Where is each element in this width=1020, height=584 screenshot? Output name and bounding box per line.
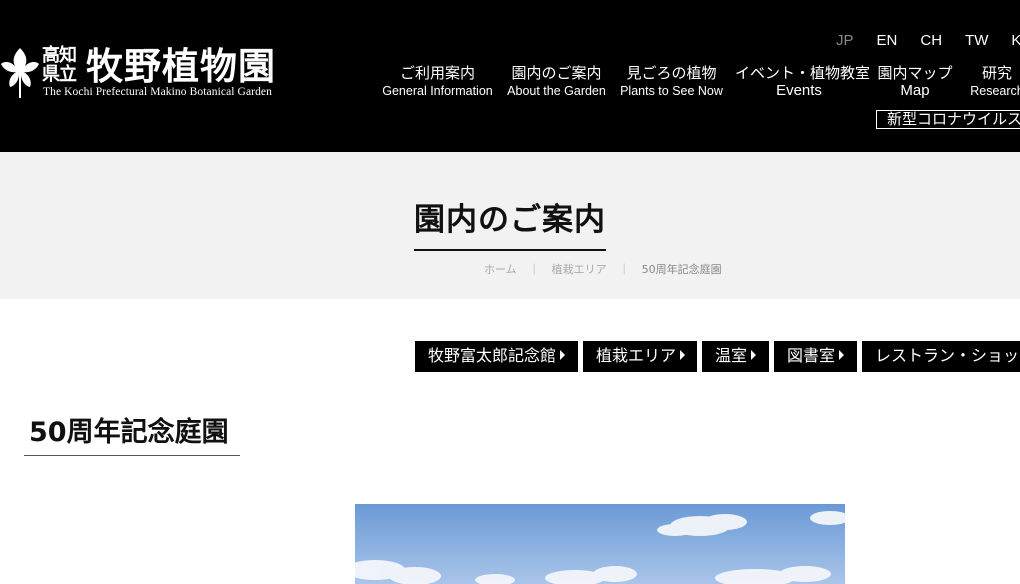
- nav-label-ja: イベント・植物教室: [735, 64, 871, 82]
- breadcrumb-planting-area[interactable]: 植栽エリア: [552, 261, 607, 277]
- caret-right-icon: [839, 350, 845, 360]
- page-title: 園内のご案内: [414, 202, 606, 238]
- nav-label-ja: ご利用案内: [399, 64, 475, 82]
- nav-label-en: General Information: [382, 84, 493, 98]
- nav-label-ja: 園内マップ: [877, 64, 953, 82]
- language-switcher: JP EN CH TW KR: [836, 32, 1020, 49]
- sky-clouds-image: [355, 504, 845, 584]
- logo-english-text: The Kochi Prefectural Makino Botanical G…: [43, 86, 272, 98]
- nav-general-information[interactable]: ご利用案内 General Information: [380, 64, 495, 100]
- lang-en[interactable]: EN: [877, 32, 898, 49]
- sub-nav-label: 牧野富太郎記念館: [428, 346, 557, 365]
- page-title-underline: [414, 249, 606, 251]
- breadcrumb-home[interactable]: ホーム: [484, 261, 517, 277]
- garden-photo: [355, 504, 845, 584]
- breadcrumb: ホーム ｜ 植栽エリア ｜ 50周年記念庭園: [484, 261, 722, 277]
- sub-nav-planting-area[interactable]: 植栽エリア: [583, 341, 697, 372]
- sub-nav-label: 植栽エリア: [596, 346, 677, 365]
- lang-jp[interactable]: JP: [836, 32, 854, 49]
- covid-notice-link[interactable]: 新型コロナウイルス: [876, 110, 1020, 129]
- nav-label-ja: 研究: [981, 64, 1012, 82]
- nav-plants-to-see-now[interactable]: 見ごろの植物 Plants to See Now: [618, 64, 725, 100]
- sub-nav-restaurant-shop[interactable]: レストラン・ショップ: [862, 341, 1020, 372]
- lang-kr[interactable]: KR: [1011, 32, 1020, 49]
- section-heading-underline: [24, 455, 240, 456]
- logo-prefecture-text: 高知 県立: [42, 45, 77, 85]
- breadcrumb-current: 50周年記念庭園: [641, 263, 722, 276]
- nav-map[interactable]: 園内マップ Map: [873, 64, 957, 100]
- caret-right-icon: [751, 350, 757, 360]
- logo-main-text: 牧野植物園: [86, 44, 276, 88]
- nav-label-ja: 見ごろの植物: [626, 64, 717, 82]
- nav-label-ja: 園内のご案内: [511, 64, 602, 82]
- breadcrumb-separator: ｜: [528, 263, 540, 276]
- sub-nav-label: 温室: [715, 346, 748, 365]
- nav-label-en: Plants to See Now: [620, 84, 723, 98]
- nav-research[interactable]: 研究 Research: [967, 64, 1020, 100]
- caret-right-icon: [680, 350, 686, 360]
- nav-events[interactable]: イベント・植物教室 Events: [735, 64, 871, 100]
- lang-ch[interactable]: CH: [920, 32, 942, 49]
- nav-label-en: Map: [900, 82, 930, 99]
- site-header: 高知 県立 牧野植物園 The Kochi Prefectural Makino…: [0, 0, 1020, 152]
- global-nav: ご利用案内 General Information 園内のご案内 About t…: [375, 64, 1020, 104]
- nav-label-en: Events: [776, 82, 822, 99]
- page-title-band: 園内のご案内 ホーム ｜ 植栽エリア ｜ 50周年記念庭園: [0, 152, 1020, 299]
- leaf-logo-icon: [1, 48, 39, 98]
- sub-nav-label: 図書室: [787, 346, 836, 365]
- sub-nav-label: レストラン・ショップ: [875, 346, 1020, 365]
- lang-tw[interactable]: TW: [965, 32, 988, 49]
- site-logo[interactable]: 高知 県立 牧野植物園 The Kochi Prefectural Makino…: [0, 44, 275, 104]
- section-heading: 50周年記念庭園: [29, 417, 229, 448]
- nav-about-the-garden[interactable]: 園内のご案内 About the Garden: [503, 64, 610, 100]
- sub-nav-greenhouse[interactable]: 温室: [702, 341, 769, 372]
- caret-right-icon: [560, 350, 566, 360]
- breadcrumb-separator: ｜: [618, 263, 630, 276]
- sub-nav-library[interactable]: 図書室: [774, 341, 857, 372]
- sub-nav-makino-memorial-hall[interactable]: 牧野富太郎記念館: [415, 341, 578, 372]
- nav-label-en: About the Garden: [507, 84, 606, 98]
- nav-label-en: Research: [970, 84, 1020, 98]
